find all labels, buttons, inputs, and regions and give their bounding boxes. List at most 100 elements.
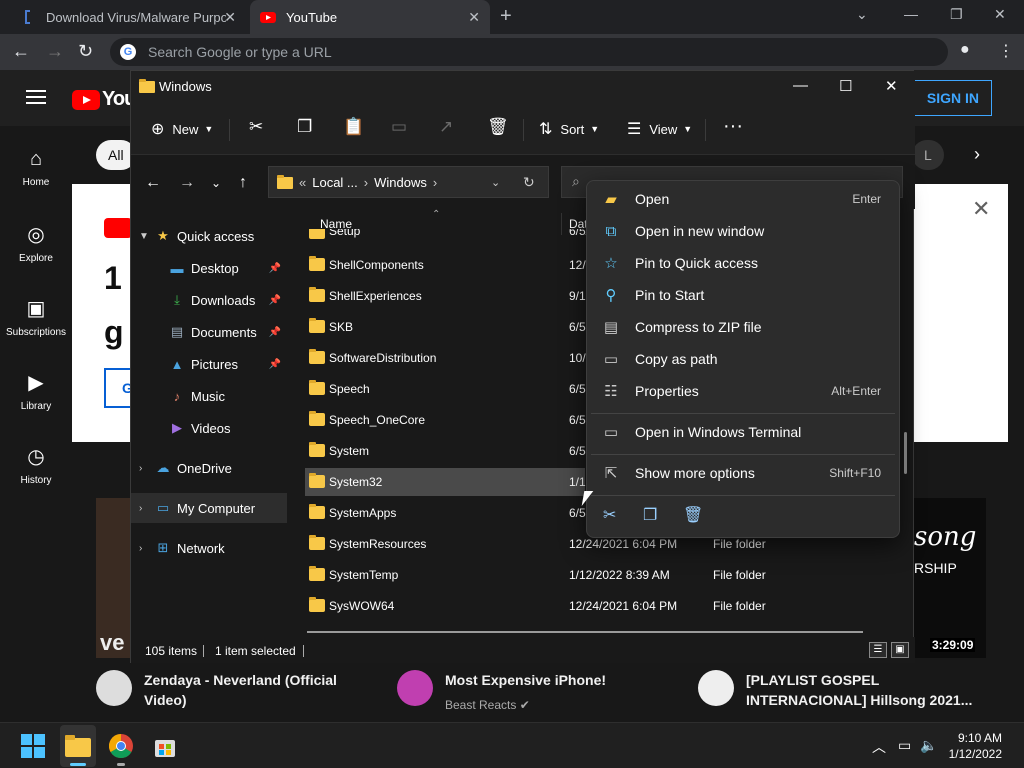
chevron-right-icon[interactable]: › [433, 175, 437, 190]
nav-item-my-computer[interactable]: › ▭ My Computer [131, 493, 287, 523]
nav-item-music[interactable]: ♪ Music [131, 381, 287, 411]
forward-icon[interactable]: → [179, 174, 195, 192]
video-title[interactable]: [PLAYLIST GOSPEL INTERNACIONAL] Hillsong… [746, 670, 976, 710]
close-banner-icon[interactable]: ✕ [972, 196, 990, 222]
video-thumbnail-3[interactable]: song RSHIP 3:29:09 [914, 498, 986, 658]
maximize-icon[interactable]: ☐ [839, 77, 852, 95]
recent-locations-icon[interactable]: ⌄ [211, 176, 221, 190]
store-taskbar-button[interactable] [150, 731, 180, 761]
minimize-icon[interactable]: — [793, 77, 808, 94]
close-icon[interactable]: ✕ [885, 77, 898, 95]
chevron-down-icon[interactable]: ▼ [139, 231, 149, 242]
menu-item-show-more-options[interactable]: ⇱ Show more options Shift+F10 [591, 457, 895, 489]
close-window-icon[interactable]: ✕ [994, 6, 1006, 23]
video-title[interactable]: Zendaya - Neverland (Official Video) [144, 670, 344, 710]
sort-button[interactable]: ⇅ Sort ▼ [539, 119, 599, 139]
volume-icon[interactable]: 🔈 [920, 737, 937, 754]
nav-item-videos[interactable]: ▶ Videos [131, 413, 287, 443]
copy-icon[interactable]: ❐ [643, 505, 657, 525]
chevron-right-icon[interactable]: › [139, 543, 149, 554]
sidebar-item-library[interactable]: ▶ Library [0, 370, 72, 412]
chrome-taskbar-button[interactable] [106, 731, 136, 761]
file-row-selected[interactable]: System32 1/1 [305, 468, 586, 496]
paste-icon[interactable]: 📋 [343, 117, 364, 137]
nav-item-desktop[interactable]: ▬ Desktop 📌 [131, 253, 287, 283]
file-row[interactable]: SystemTemp 1/12/2022 8:39 AM File folder [305, 561, 785, 589]
omnibox[interactable]: G Search Google or type a URL [110, 38, 948, 66]
sidebar-item-subscriptions[interactable]: ▣ Subscriptions [0, 296, 72, 338]
menu-item-properties[interactable]: ☷ Properties Alt+Enter [591, 375, 895, 407]
breadcrumb-windows[interactable]: Windows [374, 175, 427, 190]
menu-item-pin-start[interactable]: ⚲ Pin to Start [591, 279, 895, 311]
nav-item-pictures[interactable]: ▲ Pictures 📌 [131, 349, 287, 379]
sidebar-item-explore[interactable]: ◎ Explore [0, 222, 72, 264]
new-button[interactable]: ⊕ New ▼ [151, 119, 213, 139]
tiles-view-icon[interactable]: ▣ [891, 642, 909, 658]
tab-youtube[interactable]: YouTube ✕ [250, 0, 490, 34]
close-tab-icon[interactable]: ✕ [224, 9, 236, 26]
chip-partial[interactable]: L [912, 140, 944, 170]
tray-overflow-icon[interactable]: ︿ [872, 737, 886, 757]
channel-avatar[interactable] [698, 670, 734, 706]
cut-icon[interactable]: ✂ [603, 505, 616, 525]
file-explorer-taskbar-button[interactable] [63, 731, 93, 761]
rename-icon[interactable]: ▭ [391, 117, 407, 137]
menu-item-compress-zip[interactable]: ▤ Compress to ZIP file [591, 311, 895, 343]
refresh-icon[interactable]: ↻ [523, 174, 535, 191]
chevron-right-icon[interactable]: › [364, 175, 368, 190]
sign-in-button[interactable]: SIGN IN [906, 80, 992, 116]
delete-icon[interactable]: 🗑 [487, 117, 509, 137]
channel-avatar[interactable] [397, 670, 433, 706]
close-tab-icon[interactable]: ✕ [468, 9, 480, 26]
view-button[interactable]: ☰ View ▼ [627, 119, 692, 139]
restore-icon[interactable]: ❐ [950, 6, 963, 23]
video-thumbnail-1[interactable]: ve [96, 498, 130, 658]
chrome-menu-icon[interactable]: ⋮ [998, 41, 1014, 61]
channel-avatar[interactable] [96, 670, 132, 706]
nav-item-onedrive[interactable]: › ☁ OneDrive [131, 453, 287, 483]
horizontal-scrollbar[interactable] [307, 631, 863, 633]
youtube-logo[interactable]: You [72, 88, 136, 111]
clock[interactable]: 9:10 AM 1/12/2022 [946, 730, 1002, 762]
reload-icon[interactable]: ↻ [78, 41, 93, 62]
forward-icon[interactable]: → [46, 41, 64, 62]
back-icon[interactable]: ← [145, 174, 161, 192]
new-tab-icon[interactable]: + [500, 5, 512, 28]
sidebar-item-home[interactable]: ⌂ Home [0, 148, 72, 188]
copy-icon[interactable]: ❐ [297, 117, 312, 137]
details-view-icon[interactable]: ☰ [869, 642, 887, 658]
up-icon[interactable]: ↑ [239, 174, 247, 192]
address-dropdown-icon[interactable]: ⌄ [491, 176, 500, 189]
menu-item-windows-terminal[interactable]: ▭ Open in Windows Terminal [591, 416, 895, 448]
tab-search-icon[interactable]: ⌄ [856, 6, 868, 23]
file-row[interactable]: SysWOW64 12/24/2021 6:04 PM File folder [305, 592, 785, 620]
network-icon[interactable]: ▭ [898, 737, 911, 754]
video-title[interactable]: Most Expensive iPhone! [445, 670, 665, 690]
chevron-right-icon[interactable]: › [139, 463, 149, 474]
vertical-scrollbar[interactable] [904, 432, 907, 474]
profile-icon[interactable]: ● [960, 41, 970, 59]
nav-item-documents[interactable]: ▤ Documents 📌 [131, 317, 287, 347]
address-bar[interactable]: « Local ... › Windows › ⌄ ↻ [268, 166, 549, 198]
breadcrumb-local[interactable]: Local ... [312, 175, 358, 190]
chevron-right-icon[interactable]: › [139, 503, 149, 514]
more-icon[interactable]: ··· [723, 115, 743, 138]
minimize-icon[interactable]: — [904, 6, 918, 22]
overflow-crumb[interactable]: « [299, 175, 306, 190]
nav-item-quick-access[interactable]: ▼ ★ Quick access [131, 221, 287, 251]
back-icon[interactable]: ← [12, 41, 30, 62]
sidebar-item-history[interactable]: ◷ History [0, 444, 72, 486]
nav-item-downloads[interactable]: ⤓ Downloads 📌 [131, 285, 287, 315]
menu-icon[interactable] [26, 90, 46, 104]
menu-item-pin-quick-access[interactable]: ☆ Pin to Quick access [591, 247, 895, 279]
share-icon[interactable]: ↗ [439, 117, 453, 137]
chip-next-icon[interactable]: › [974, 144, 980, 165]
delete-icon[interactable]: 🗑 [683, 505, 703, 525]
channel-name[interactable]: Beast Reacts ✔ [445, 698, 530, 712]
nav-item-network[interactable]: › ⊞ Network [131, 533, 287, 563]
start-button[interactable] [18, 731, 48, 761]
menu-item-open-new-window[interactable]: ⧉ Open in new window [591, 215, 895, 247]
tab-malware[interactable]: Download Virus/Malware Purpos ✕ [10, 0, 246, 34]
menu-item-open[interactable]: ▰ Open Enter [591, 183, 895, 215]
menu-item-copy-path[interactable]: ▭ Copy as path [591, 343, 895, 375]
